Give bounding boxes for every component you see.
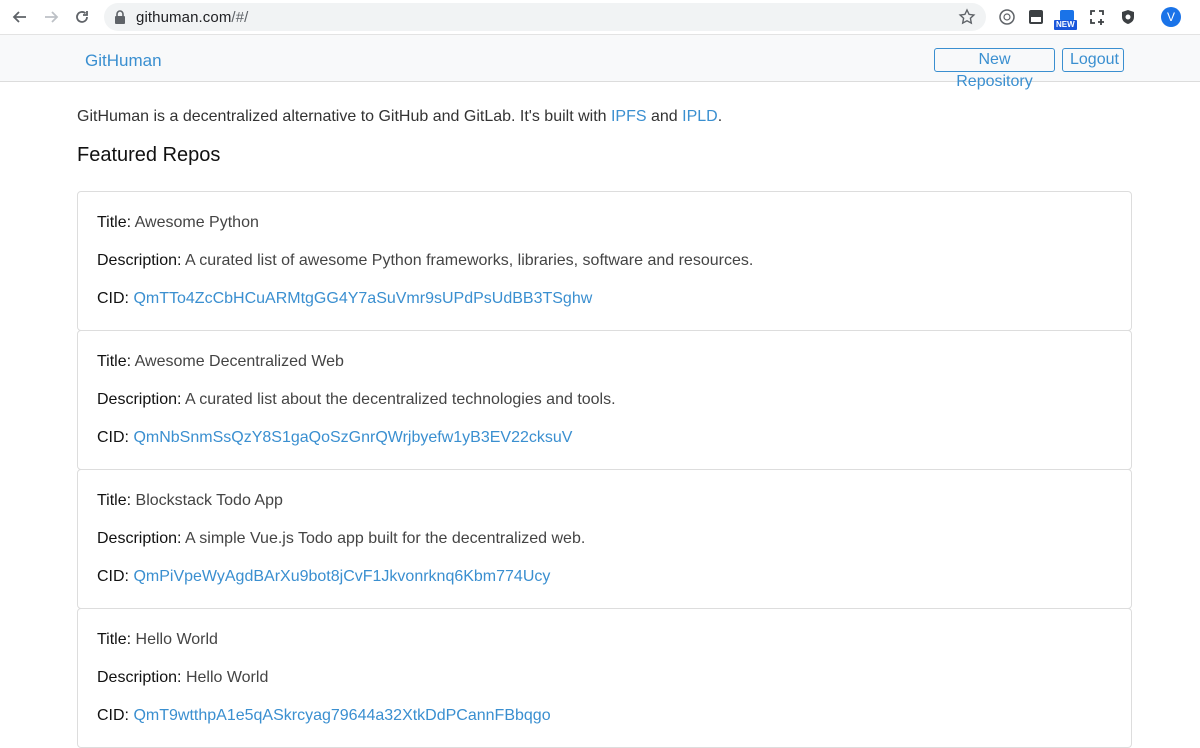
extension-se-icon[interactable]	[1025, 6, 1047, 28]
repo-cid-row: CID: QmT9wtthpA1e5qASkrcyag79644a32XtkDd…	[97, 707, 551, 725]
repo-description-row: Description: A curated list about the de…	[97, 391, 616, 409]
repo-card: Title: Awesome Python Description: A cur…	[77, 191, 1132, 331]
repo-description: A curated list about the decentralized t…	[185, 391, 616, 408]
repo-card: Title: Blockstack Todo App Description: …	[77, 469, 1132, 609]
address-bar[interactable]: githuman.com/#/	[104, 3, 986, 31]
repo-description: Hello World	[186, 669, 268, 686]
back-button[interactable]	[9, 6, 31, 28]
bookmark-star-icon[interactable]	[958, 8, 976, 26]
repo-cid-row: CID: QmTTo4ZcCbHCuARMtgGG4Y7aSuVmr9sUPdP…	[97, 290, 592, 308]
repo-title-row: Title: Hello World	[97, 631, 218, 649]
repo-cid-row: CID: QmPiVpeWyAgdBArXu9bot8jCvF1Jkvonrkn…	[97, 568, 550, 586]
logout-button[interactable]: Logout	[1062, 48, 1124, 72]
repo-title-row: Title: Awesome Decentralized Web	[97, 353, 344, 371]
repo-description: A simple Vue.js Todo app built for the d…	[185, 530, 585, 547]
repo-title: Awesome Python	[135, 214, 259, 231]
profile-avatar[interactable]: V	[1161, 7, 1181, 27]
reload-button[interactable]	[71, 6, 93, 28]
extension-shield-icon[interactable]	[1117, 6, 1139, 28]
repo-title: Hello World	[136, 631, 218, 648]
new-repository-button[interactable]: New Repository	[934, 48, 1055, 72]
forward-button[interactable]	[40, 6, 62, 28]
repo-title-row: Title: Blockstack Todo App	[97, 492, 283, 510]
browser-toolbar: githuman.com/#/ NEW V	[0, 0, 1200, 35]
repo-cid-link[interactable]: QmT9wtthpA1e5qASkrcyag79644a32XtkDdPCann…	[133, 707, 550, 724]
repo-cid-row: CID: QmNbSnmSsQzY8S1gaQoSzGnrQWrjbyefw1y…	[97, 429, 572, 447]
extension-screenshot-icon[interactable]	[1086, 6, 1108, 28]
ipld-link[interactable]: IPLD	[682, 108, 718, 125]
new-badge: NEW	[1054, 20, 1077, 30]
lock-icon	[114, 10, 126, 24]
app-navbar: GitHuman New Repository Logout	[0, 35, 1200, 82]
brand-link[interactable]: GitHuman	[85, 51, 162, 71]
repo-cid-link[interactable]: QmTTo4ZcCbHCuARMtgGG4Y7aSuVmr9sUPdPsUdBB…	[133, 290, 592, 307]
repo-cid-link[interactable]: QmNbSnmSsQzY8S1gaQoSzGnrQWrjbyefw1yB3EV2…	[133, 429, 572, 446]
repo-title-row: Title: Awesome Python	[97, 214, 259, 232]
repo-description-row: Description: A simple Vue.js Todo app bu…	[97, 530, 585, 548]
repo-card: Title: Awesome Decentralized Web Descrip…	[77, 330, 1132, 470]
repo-list: Title: Awesome Python Description: A cur…	[77, 191, 1132, 747]
intro-text: GitHuman is a decentralized alternative …	[77, 108, 722, 126]
repo-card: Title: Hello World Description: Hello Wo…	[77, 608, 1132, 748]
arrow-right-icon	[43, 9, 59, 25]
arrow-left-icon	[12, 9, 28, 25]
extension-circle-icon[interactable]	[996, 6, 1018, 28]
repo-title: Awesome Decentralized Web	[135, 353, 344, 370]
repo-description: A curated list of awesome Python framewo…	[185, 252, 753, 269]
repo-title: Blockstack Todo App	[136, 492, 283, 509]
url-text[interactable]: githuman.com/#/	[136, 9, 248, 26]
page-title: Featured Repos	[77, 144, 220, 167]
repo-description-row: Description: Hello World	[97, 669, 268, 687]
repo-cid-link[interactable]: QmPiVpeWyAgdBArXu9bot8jCvF1Jkvonrknq6Kbm…	[133, 568, 550, 585]
ipfs-link[interactable]: IPFS	[611, 108, 647, 125]
repo-description-row: Description: A curated list of awesome P…	[97, 252, 753, 270]
reload-icon	[74, 9, 90, 25]
